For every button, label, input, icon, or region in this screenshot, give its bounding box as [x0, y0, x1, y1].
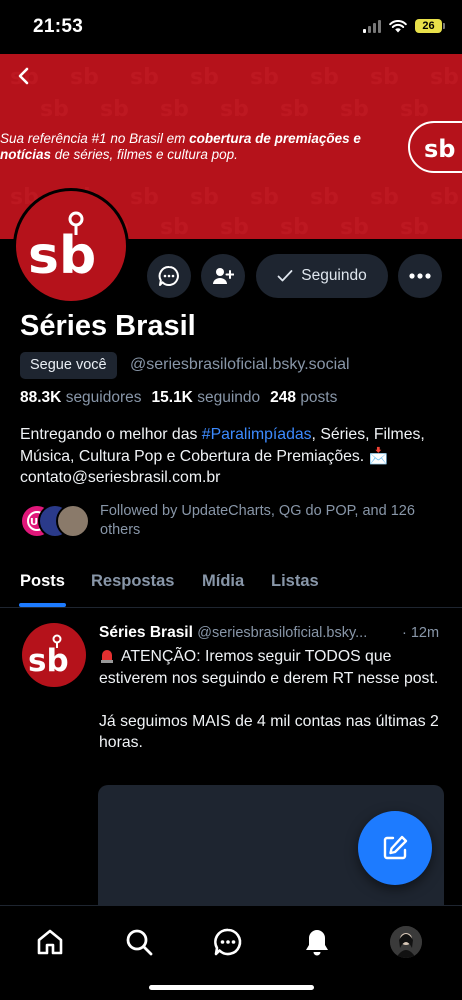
profile-avatar[interactable]: sb	[13, 188, 129, 304]
chat-bubble-icon	[214, 928, 242, 956]
check-icon	[277, 270, 293, 282]
svg-text:sb: sb	[70, 65, 99, 90]
svg-text:sb: sb	[340, 215, 369, 239]
display-name: Séries Brasil	[20, 310, 196, 342]
sb-logo-icon: sb	[424, 136, 455, 160]
followed-by-text: Followed by UpdateCharts, QG do POP, and…	[100, 503, 415, 538]
following-stat[interactable]: 15.1K seguindo	[152, 389, 261, 407]
svg-text:sb: sb	[190, 65, 219, 90]
following-button-label: Seguindo	[301, 267, 367, 284]
chevron-left-icon	[18, 67, 29, 85]
add-to-list-button[interactable]	[201, 254, 245, 298]
svg-text:sb: sb	[100, 97, 129, 122]
post-avatar[interactable]: sb	[22, 623, 86, 687]
compose-icon	[383, 835, 408, 860]
svg-text:sb: sb	[310, 185, 339, 210]
tab-posts[interactable]: Posts	[20, 572, 65, 591]
active-tab-indicator	[19, 603, 66, 607]
svg-text:sb: sb	[130, 185, 159, 210]
profile-tabs: Posts Respostas Mídia Listas	[0, 560, 462, 608]
tab-replies[interactable]: Respostas	[91, 572, 174, 591]
user-avatar	[390, 926, 422, 958]
siren-icon	[101, 650, 113, 663]
home-icon	[37, 929, 63, 955]
following-button[interactable]: Seguindo	[256, 254, 388, 298]
home-indicator	[149, 985, 314, 990]
hashtag-link[interactable]: #Paralimpíadas	[202, 426, 312, 443]
back-button[interactable]	[12, 64, 36, 88]
status-icons: 26	[363, 19, 445, 33]
nav-search[interactable]	[119, 922, 159, 962]
search-icon	[126, 929, 153, 956]
svg-text:sb: sb	[340, 97, 369, 122]
profile-bio: Entregando o melhor das #Paralimpíadas, …	[20, 426, 425, 486]
svg-text:sb: sb	[280, 97, 309, 122]
profile-handle: @seriesbrasiloficial.bsky.social	[130, 356, 350, 373]
chat-bubble-icon	[158, 265, 179, 286]
svg-text:sb: sb	[130, 65, 159, 90]
nav-home[interactable]	[30, 922, 70, 962]
battery-icon: 26	[415, 19, 445, 33]
svg-text:sb: sb	[220, 215, 249, 239]
status-bar: 21:53 26	[0, 0, 462, 54]
post-handle[interactable]: @seriesbrasiloficial.bsky...	[197, 625, 367, 641]
svg-text:sb: sb	[400, 215, 429, 239]
ellipsis-icon	[409, 273, 431, 279]
svg-text:sb: sb	[160, 215, 189, 239]
wifi-icon	[389, 19, 407, 32]
svg-text:sb: sb	[250, 65, 279, 90]
follows-you-badge: Segue você	[20, 352, 117, 379]
nav-notifications[interactable]	[297, 922, 337, 962]
svg-text:sb: sb	[250, 185, 279, 210]
svg-text:sb: sb	[220, 97, 249, 122]
svg-text:sb: sb	[370, 185, 399, 210]
svg-text:sb: sb	[280, 215, 309, 239]
svg-text:sb: sb	[370, 65, 399, 90]
svg-text:sb: sb	[190, 185, 219, 210]
svg-text:sb: sb	[424, 136, 455, 160]
banner-tagline: Sua referência #1 no Brasil em cobertura…	[0, 131, 361, 162]
svg-text:sb: sb	[430, 65, 459, 90]
post-text: ATENÇÃO: Iremos seguir TODOS que estiver…	[99, 648, 439, 751]
followers-stat[interactable]: 88.3K seguidores	[20, 389, 142, 407]
svg-text:sb: sb	[310, 65, 339, 90]
nav-messages[interactable]	[208, 922, 248, 962]
signal-icon	[363, 19, 381, 33]
person-plus-icon	[213, 268, 234, 284]
status-time: 21:53	[33, 16, 84, 37]
sb-logo-icon: sb	[28, 634, 69, 679]
svg-text:sb: sb	[400, 97, 429, 122]
svg-text:sb: sb	[160, 97, 189, 122]
svg-text:sb: sb	[430, 185, 459, 210]
nav-profile[interactable]	[386, 922, 426, 962]
post-header: Séries Brasil @seriesbrasiloficial.bsky.…	[99, 624, 444, 642]
more-options-button[interactable]	[398, 254, 442, 298]
svg-text:sb: sb	[28, 643, 69, 679]
known-followers[interactable]: UC Followed by UpdateCharts, QG do POP, …	[20, 501, 450, 541]
compose-post-button[interactable]	[358, 811, 432, 885]
bell-icon	[306, 930, 328, 956]
tab-lists[interactable]: Listas	[271, 572, 319, 591]
svg-text:sb: sb	[40, 97, 69, 122]
tab-media[interactable]: Mídia	[202, 572, 244, 591]
svg-text:sb: sb	[28, 226, 96, 286]
posts-stat: 248 posts	[270, 389, 338, 406]
post-timestamp: · 12m	[402, 625, 440, 641]
follower-avatar	[56, 504, 90, 538]
message-button[interactable]	[147, 254, 191, 298]
profile-stats: 88.3K seguidores 15.1K seguindo 248 post…	[20, 389, 337, 407]
post-author[interactable]: Séries Brasil	[99, 624, 193, 641]
sb-logo-icon: sb	[28, 211, 96, 286]
